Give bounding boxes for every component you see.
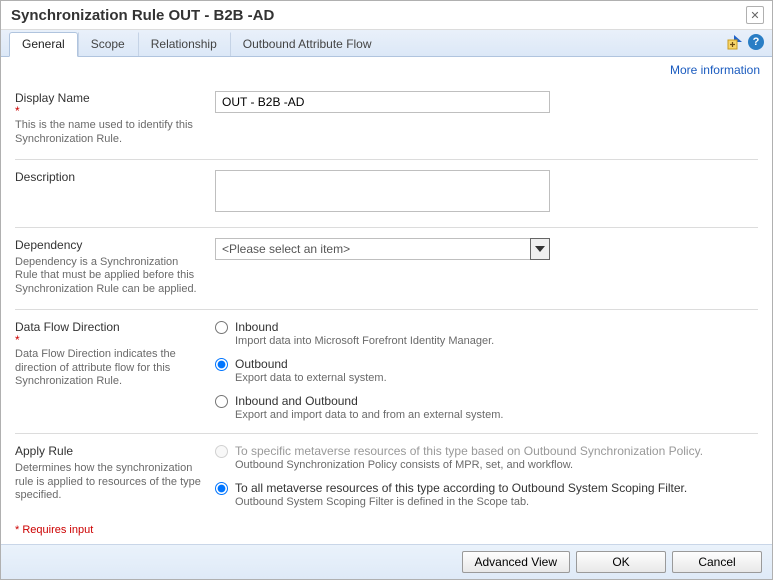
- radio-outbound-label: Outbound: [235, 357, 387, 371]
- apply-rule-label: Apply Rule: [15, 444, 203, 458]
- tab-strip: General Scope Relationship Outbound Attr…: [1, 30, 772, 57]
- display-name-help: This is the name used to identify this S…: [15, 119, 203, 147]
- tab-outbound-attribute-flow[interactable]: Outbound Attribute Flow: [230, 32, 385, 56]
- tab-scope[interactable]: Scope: [78, 32, 138, 56]
- tab-general[interactable]: General: [9, 32, 78, 57]
- requires-input-note: * Requires input: [1, 516, 772, 544]
- tabs-right-actions: ?: [726, 34, 764, 50]
- title-bar: Synchronization Rule OUT - B2B -AD ✕: [1, 1, 772, 30]
- display-name-input[interactable]: [215, 91, 550, 113]
- tab-relationship-label: Relationship: [151, 37, 217, 51]
- radio-apply-specific: [215, 445, 228, 458]
- form-area: Display Name * This is the name used to …: [1, 77, 772, 516]
- radio-apply-specific-help: Outbound Synchronization Policy consists…: [235, 459, 703, 471]
- dependency-select[interactable]: <Please select an item>: [215, 238, 550, 260]
- advanced-view-button[interactable]: Advanced View: [462, 551, 571, 573]
- radio-apply-all-help: Outbound System Scoping Filter is define…: [235, 496, 687, 508]
- more-info-row: More information: [1, 57, 772, 77]
- radio-inbound-label: Inbound: [235, 320, 494, 334]
- more-information-link[interactable]: More information: [670, 63, 760, 77]
- radio-outbound-help: Export data to external system.: [235, 372, 387, 384]
- section-dependency: Dependency Dependency is a Synchronizati…: [15, 228, 758, 310]
- section-data-flow: Data Flow Direction * Data Flow Directio…: [15, 310, 758, 434]
- data-flow-help: Data Flow Direction indicates the direct…: [15, 348, 203, 389]
- dependency-label: Dependency: [15, 238, 203, 252]
- section-display-name: Display Name * This is the name used to …: [15, 81, 758, 160]
- radio-inbound-outbound[interactable]: [215, 395, 228, 408]
- description-input[interactable]: [215, 170, 550, 212]
- help-icon[interactable]: ?: [748, 34, 764, 50]
- close-icon: ✕: [750, 9, 759, 22]
- tab-scope-label: Scope: [91, 37, 125, 51]
- required-marker: *: [15, 107, 203, 115]
- dependency-select-value: <Please select an item>: [215, 238, 550, 260]
- radio-apply-all-label: To all metaverse resources of this type …: [235, 481, 687, 495]
- radio-inbound-outbound-help: Export and import data to and from an ex…: [235, 409, 503, 421]
- radio-apply-all[interactable]: [215, 482, 228, 495]
- radio-inbound[interactable]: [215, 321, 228, 334]
- ok-button[interactable]: OK: [576, 551, 666, 573]
- data-flow-label: Data Flow Direction: [15, 320, 203, 334]
- dialog-footer: Advanced View OK Cancel: [1, 544, 772, 579]
- dependency-help: Dependency is a Synchronization Rule tha…: [15, 256, 203, 297]
- radio-inbound-help: Import data into Microsoft Forefront Ide…: [235, 335, 494, 347]
- sync-rule-dialog: Synchronization Rule OUT - B2B -AD ✕ Gen…: [0, 0, 773, 580]
- section-description: Description: [15, 160, 758, 228]
- radio-apply-specific-label: To specific metaverse resources of this …: [235, 444, 703, 458]
- chevron-down-icon: [530, 238, 550, 260]
- description-label: Description: [15, 170, 203, 184]
- radio-inbound-outbound-label: Inbound and Outbound: [235, 394, 503, 408]
- cancel-button[interactable]: Cancel: [672, 551, 762, 573]
- dialog-title: Synchronization Rule OUT - B2B -AD: [11, 7, 274, 24]
- apply-rule-help: Determines how the synchronization rule …: [15, 462, 203, 503]
- required-marker: *: [15, 336, 203, 344]
- tab-general-label: General: [22, 37, 65, 51]
- display-name-label: Display Name: [15, 91, 203, 105]
- advanced-add-icon[interactable]: [726, 34, 742, 50]
- section-apply-rule: Apply Rule Determines how the synchroniz…: [15, 434, 758, 512]
- tab-relationship[interactable]: Relationship: [138, 32, 230, 56]
- radio-outbound[interactable]: [215, 358, 228, 371]
- close-button[interactable]: ✕: [746, 6, 764, 24]
- tab-outbound-label: Outbound Attribute Flow: [243, 37, 372, 51]
